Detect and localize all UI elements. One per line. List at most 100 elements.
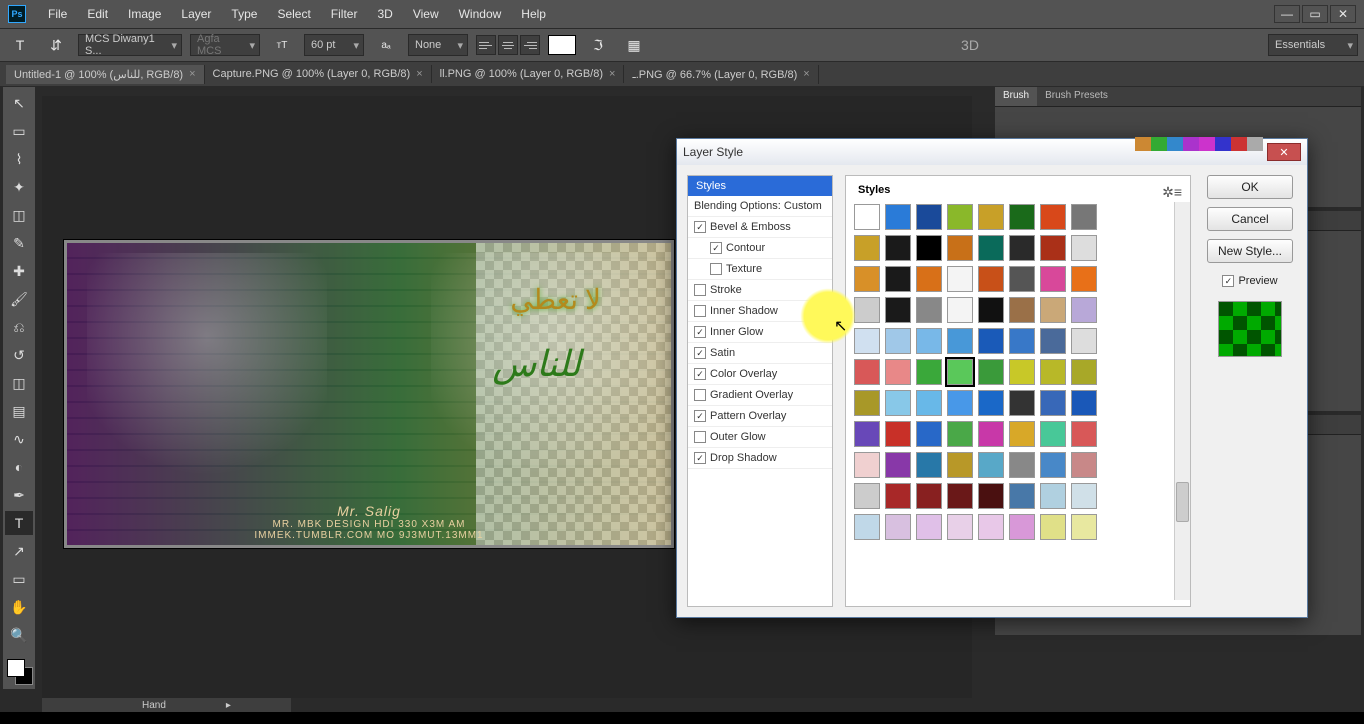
style-swatch-77[interactable]	[1009, 483, 1035, 509]
style-swatch-51[interactable]	[947, 390, 973, 416]
cancel-button[interactable]: Cancel	[1207, 207, 1293, 231]
hand-tool[interactable]: ✋	[5, 595, 33, 619]
menu-3d[interactable]: 3D	[367, 7, 402, 21]
style-swatch-59[interactable]	[947, 421, 973, 447]
style-swatch-21[interactable]	[1009, 266, 1035, 292]
effect-checkbox[interactable]	[694, 305, 706, 317]
gradient-tool[interactable]: ▤	[5, 399, 33, 423]
menu-image[interactable]: Image	[118, 7, 171, 21]
style-swatch-37[interactable]	[1009, 328, 1035, 354]
blending-options-row[interactable]: Blending Options: Custom	[688, 196, 832, 217]
style-swatch-3[interactable]	[947, 204, 973, 230]
move-tool[interactable]: ↖	[5, 91, 33, 115]
close-tab-icon[interactable]: ×	[609, 68, 615, 80]
eraser-tool[interactable]: ◫	[5, 371, 33, 395]
blur-tool[interactable]: ∿	[5, 427, 33, 451]
style-swatch-15[interactable]	[1071, 235, 1097, 261]
doc-tab-0[interactable]: Untitled-1 @ 100% (للناس, RGB/8)×	[6, 65, 205, 84]
effect-checkbox[interactable]: ✓	[694, 347, 706, 359]
path-tool[interactable]: ↗	[5, 539, 33, 563]
style-swatch-82[interactable]	[916, 514, 942, 540]
menu-window[interactable]: Window	[449, 7, 512, 21]
style-swatch-11[interactable]	[947, 235, 973, 261]
history-tool[interactable]: ↺	[5, 343, 33, 367]
style-swatch-30[interactable]	[1040, 297, 1066, 323]
style-swatch-20[interactable]	[978, 266, 1004, 292]
stamp-tool[interactable]: ⎌	[5, 315, 33, 339]
menu-help[interactable]: Help	[511, 7, 556, 21]
menu-type[interactable]: Type	[221, 7, 267, 21]
style-swatch-47[interactable]	[1071, 359, 1097, 385]
effect-drop-shadow[interactable]: ✓Drop Shadow	[688, 448, 832, 469]
close-tab-icon[interactable]: ×	[803, 68, 809, 80]
close-tab-icon[interactable]: ×	[189, 68, 195, 80]
style-swatch-58[interactable]	[916, 421, 942, 447]
marquee-tool[interactable]: ▭	[5, 119, 33, 143]
effect-inner-glow[interactable]: ✓Inner Glow	[688, 322, 832, 343]
effect-checkbox[interactable]	[694, 284, 706, 296]
effect-satin[interactable]: ✓Satin	[688, 343, 832, 364]
style-swatch-9[interactable]	[885, 235, 911, 261]
maximize-button[interactable]: ▭	[1302, 5, 1328, 23]
text-color-swatch[interactable]	[548, 35, 576, 55]
style-swatch-27[interactable]	[947, 297, 973, 323]
style-swatch-29[interactable]	[1009, 297, 1035, 323]
doc-tab-1[interactable]: Capture.PNG @ 100% (Layer 0, RGB/8)×	[205, 65, 432, 83]
align-center-button[interactable]	[498, 35, 518, 55]
style-swatch-10[interactable]	[916, 235, 942, 261]
foreground-color-swatch[interactable]	[7, 659, 25, 677]
style-swatch-7[interactable]	[1071, 204, 1097, 230]
palette-chip[interactable]	[1135, 137, 1151, 151]
style-swatch-60[interactable]	[978, 421, 1004, 447]
effect-gradient-overlay[interactable]: Gradient Overlay	[688, 385, 832, 406]
eyedropper-tool[interactable]: ✎	[5, 231, 33, 255]
style-swatch-76[interactable]	[978, 483, 1004, 509]
palette-chip[interactable]	[1247, 137, 1263, 151]
style-swatch-83[interactable]	[947, 514, 973, 540]
style-swatch-8[interactable]	[854, 235, 880, 261]
effect-checkbox[interactable]: ✓	[694, 221, 706, 233]
effect-checkbox[interactable]	[694, 431, 706, 443]
align-left-button[interactable]	[476, 35, 496, 55]
effect-checkbox[interactable]: ✓	[694, 410, 706, 422]
style-swatch-84[interactable]	[978, 514, 1004, 540]
palette-chip[interactable]	[1151, 137, 1167, 151]
menu-edit[interactable]: Edit	[77, 7, 118, 21]
effect-outer-glow[interactable]: Outer Glow	[688, 427, 832, 448]
effect-checkbox[interactable]: ✓	[710, 242, 722, 254]
palette-chip[interactable]	[1167, 137, 1183, 151]
effect-stroke[interactable]: Stroke	[688, 280, 832, 301]
style-swatch-41[interactable]	[885, 359, 911, 385]
wand-tool[interactable]: ✦	[5, 175, 33, 199]
style-swatch-50[interactable]	[916, 390, 942, 416]
shape-tool[interactable]: ▭	[5, 567, 33, 591]
style-swatch-44[interactable]	[978, 359, 1004, 385]
style-swatch-63[interactable]	[1071, 421, 1097, 447]
effect-color-overlay[interactable]: ✓Color Overlay	[688, 364, 832, 385]
effects-header[interactable]: Styles	[688, 176, 832, 196]
style-swatch-2[interactable]	[916, 204, 942, 230]
ok-button[interactable]: OK	[1207, 175, 1293, 199]
effect-checkbox[interactable]: ✓	[694, 326, 706, 338]
style-swatch-80[interactable]	[854, 514, 880, 540]
style-swatch-54[interactable]	[1040, 390, 1066, 416]
style-swatch-66[interactable]	[916, 452, 942, 478]
warp-text-icon[interactable]: ℑ	[584, 33, 612, 57]
style-swatch-70[interactable]	[1040, 452, 1066, 478]
style-swatch-31[interactable]	[1071, 297, 1097, 323]
palette-chip[interactable]	[1199, 137, 1215, 151]
style-swatch-13[interactable]	[1009, 235, 1035, 261]
effect-contour[interactable]: ✓Contour	[688, 238, 832, 259]
style-swatch-32[interactable]	[854, 328, 880, 354]
menu-filter[interactable]: Filter	[321, 7, 368, 21]
style-swatch-34[interactable]	[916, 328, 942, 354]
pen-tool[interactable]: ✒	[5, 483, 33, 507]
effect-checkbox[interactable]: ✓	[694, 368, 706, 380]
style-swatch-38[interactable]	[1040, 328, 1066, 354]
font-family-dropdown[interactable]: MCS Diwany1 S...	[78, 34, 182, 56]
style-swatch-33[interactable]	[885, 328, 911, 354]
foreground-background-colors[interactable]	[5, 657, 33, 685]
effect-inner-shadow[interactable]: Inner Shadow	[688, 301, 832, 322]
style-swatch-55[interactable]	[1071, 390, 1097, 416]
antialias-dropdown[interactable]: None	[408, 34, 468, 56]
